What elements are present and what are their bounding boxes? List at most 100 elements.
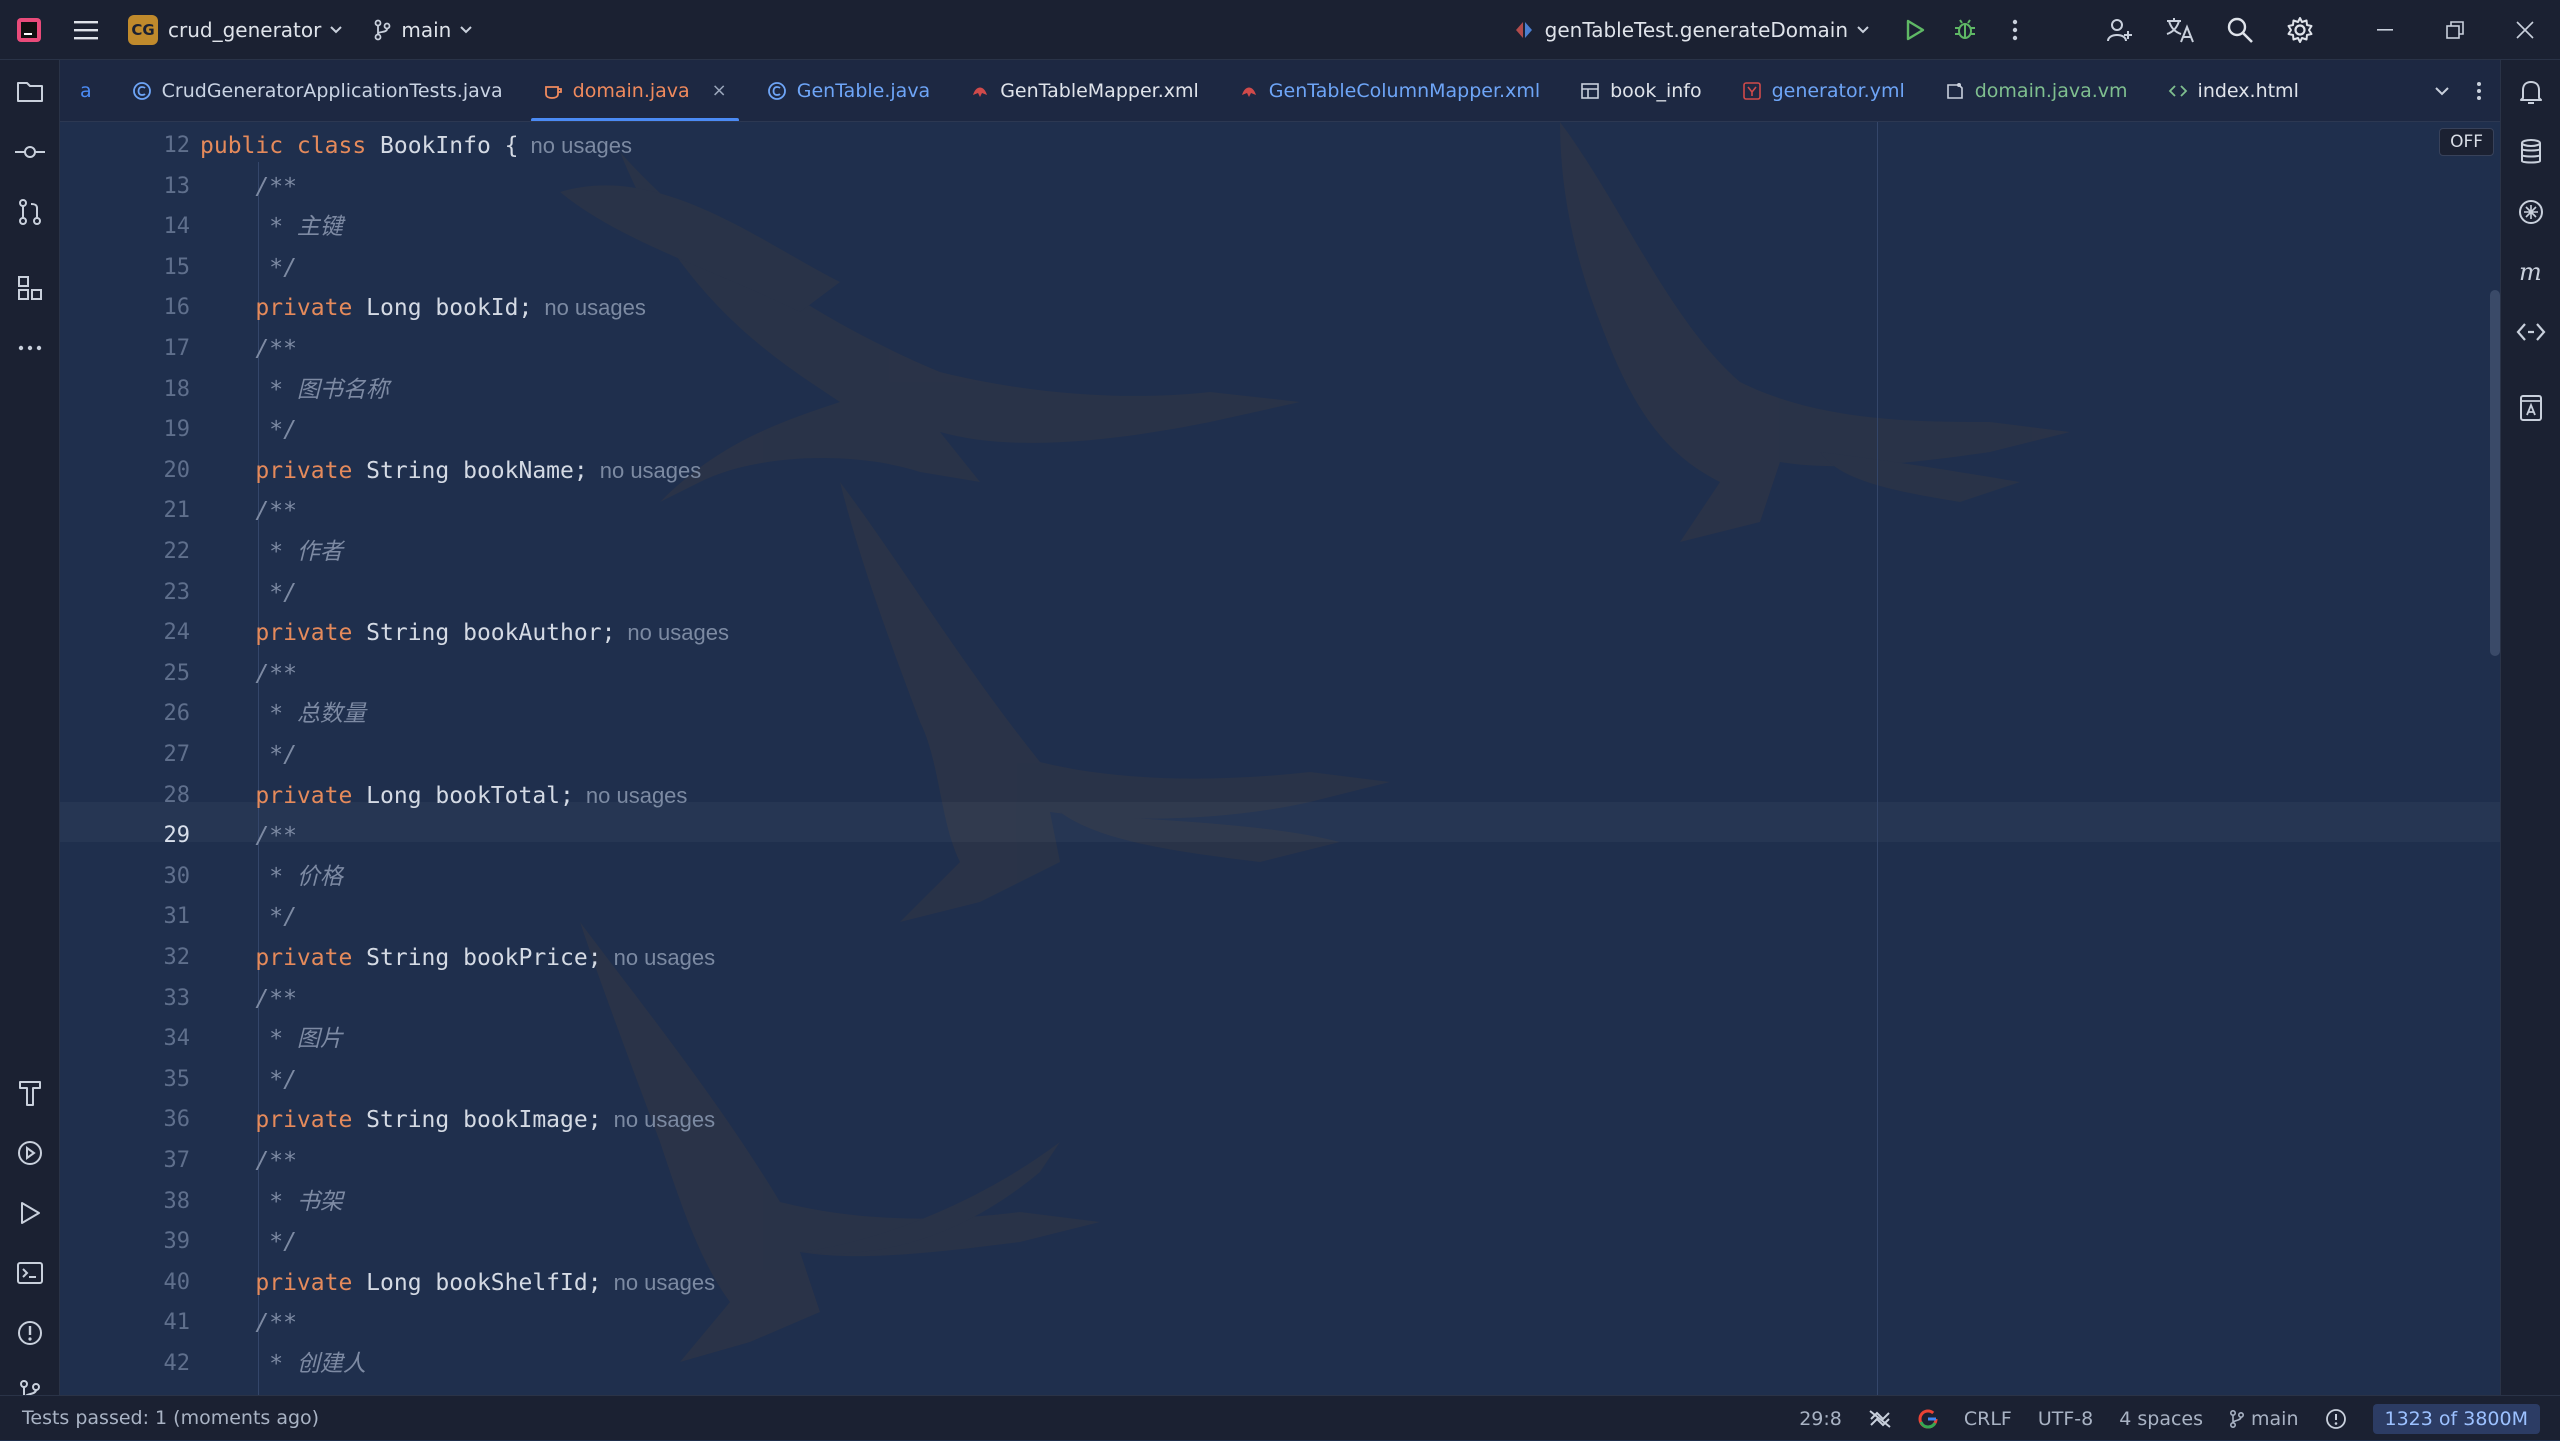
- code-line[interactable]: private String bookName; no usages: [200, 451, 701, 491]
- line-number[interactable]: 37: [90, 1141, 191, 1181]
- code-line[interactable]: /**: [200, 1141, 297, 1181]
- file-encoding[interactable]: UTF-8: [2038, 1408, 2093, 1430]
- code-line[interactable]: private String bookPrice; no usages: [200, 938, 715, 978]
- line-number-gutter[interactable]: 12 13 14 15 16 17 18 19 20 21 22 23 24 25 26 27 28 29 30 31…: [60, 122, 200, 1395]
- editor-tab[interactable]: a: [60, 60, 112, 121]
- code-line[interactable]: /**: [200, 979, 297, 1019]
- project-selector[interactable]: CG crud_generator: [128, 14, 343, 45]
- editor-tab[interactable]: book_info: [1560, 60, 1721, 121]
- line-number[interactable]: 15: [90, 248, 191, 288]
- indent-setting[interactable]: 4 spaces: [2119, 1408, 2203, 1430]
- code-line[interactable]: private Long bookTotal; no usages: [200, 776, 687, 816]
- editor-tab[interactable]: domain.java.vm: [1925, 60, 2148, 121]
- code-line[interactable]: private String bookImage; no usages: [200, 1100, 715, 1140]
- line-number[interactable]: 28: [90, 776, 191, 816]
- tabs-dropdown-icon[interactable]: [2434, 86, 2450, 96]
- problems-icon[interactable]: [0, 1305, 60, 1361]
- line-number[interactable]: 26: [90, 694, 191, 734]
- code-line[interactable]: */: [200, 897, 297, 937]
- caret-position[interactable]: 29:8: [1799, 1408, 1842, 1430]
- endpoints-icon[interactable]: [2501, 304, 2560, 360]
- line-number[interactable]: 17: [90, 329, 191, 369]
- code-line[interactable]: */: [200, 410, 297, 450]
- tabs-more-icon[interactable]: [2476, 81, 2482, 101]
- code-line[interactable]: */: [200, 573, 297, 613]
- code-line[interactable]: * 书架: [200, 1182, 343, 1222]
- line-number[interactable]: 25: [90, 654, 191, 694]
- maven-icon[interactable]: m: [2501, 244, 2560, 300]
- code-line[interactable]: /**: [200, 1303, 297, 1343]
- code-line[interactable]: /**: [200, 167, 297, 207]
- search-icon[interactable]: [2210, 0, 2270, 60]
- line-number[interactable]: 16: [90, 288, 191, 328]
- line-number[interactable]: 36: [90, 1100, 191, 1140]
- branch-selector[interactable]: main: [373, 18, 473, 42]
- project-folder-icon[interactable]: [0, 64, 60, 120]
- restore-icon[interactable]: [2420, 0, 2490, 60]
- line-number[interactable]: 19: [90, 410, 191, 450]
- add-user-icon[interactable]: [2090, 0, 2150, 60]
- memory-indicator[interactable]: 1323 of 3800M: [2372, 1403, 2540, 1434]
- debug-icon[interactable]: [1940, 0, 1990, 60]
- more-actions-icon[interactable]: [1990, 0, 2040, 60]
- minimize-icon[interactable]: [2350, 0, 2420, 60]
- code-line[interactable]: * 图书名称: [200, 370, 389, 410]
- editor-tab[interactable]: index.html: [2148, 60, 2319, 121]
- close-icon[interactable]: [2490, 0, 2560, 60]
- status-message[interactable]: Tests passed: 1 (moments ago): [22, 1407, 319, 1429]
- line-number[interactable]: 18: [90, 370, 191, 410]
- usages-inlay-hint[interactable]: no usages: [586, 783, 688, 808]
- code-line[interactable]: private String bookAuthor; no usages: [200, 613, 729, 653]
- editor-tab[interactable]: CrudGeneratorApplicationTests.java: [112, 60, 523, 121]
- line-number[interactable]: 40: [90, 1263, 191, 1303]
- code-line[interactable]: */: [200, 735, 297, 775]
- line-ending[interactable]: CRLF: [1964, 1408, 2012, 1430]
- status-branch[interactable]: main: [2229, 1408, 2299, 1430]
- usages-inlay-hint[interactable]: no usages: [531, 133, 633, 158]
- code-line[interactable]: /**: [200, 329, 297, 369]
- editor-tab[interactable]: GenTableMapper.xml: [950, 60, 1219, 121]
- services-icon[interactable]: [0, 1125, 60, 1181]
- code-line[interactable]: private Long bookShelfId; no usages: [200, 1263, 715, 1303]
- no-sync-icon[interactable]: [1868, 1409, 1892, 1429]
- line-number[interactable]: 34: [90, 1019, 191, 1059]
- database-icon[interactable]: [2501, 124, 2560, 180]
- run-config-selector[interactable]: genTableTest.generateDomain: [1513, 18, 1870, 42]
- structure-icon[interactable]: [0, 260, 60, 316]
- line-number[interactable]: 35: [90, 1060, 191, 1100]
- notifications-bell-icon[interactable]: [2501, 64, 2560, 120]
- usages-inlay-hint[interactable]: no usages: [544, 295, 646, 320]
- usages-inlay-hint[interactable]: no usages: [600, 458, 702, 483]
- line-number[interactable]: 32: [90, 938, 191, 978]
- settings-gear-icon[interactable]: [2270, 0, 2330, 60]
- code-line[interactable]: * 主键: [200, 207, 343, 247]
- code-line[interactable]: private Long bookId; no usages: [200, 288, 646, 328]
- line-number[interactable]: 31: [90, 897, 191, 937]
- editor-scrollbar-thumb[interactable]: [2490, 290, 2500, 656]
- line-number[interactable]: 41: [90, 1303, 191, 1343]
- code-line[interactable]: /**: [200, 654, 297, 694]
- code-line[interactable]: * 图片: [200, 1019, 343, 1059]
- line-number[interactable]: 20: [90, 451, 191, 491]
- line-number[interactable]: 42: [90, 1344, 191, 1384]
- line-number[interactable]: 14: [90, 207, 191, 247]
- pull-requests-icon[interactable]: [0, 184, 60, 240]
- editor-tab[interactable]: GenTable.java: [747, 60, 950, 121]
- code-line[interactable]: * 创建人: [200, 1344, 366, 1384]
- editor-tab[interactable]: generator.yml: [1722, 60, 1925, 121]
- code-line[interactable]: * 作者: [200, 532, 343, 572]
- line-number[interactable]: 38: [90, 1182, 191, 1222]
- run-tool-icon[interactable]: [0, 1185, 60, 1241]
- ai-assistant-icon[interactable]: [2501, 184, 2560, 240]
- line-number[interactable]: 33: [90, 979, 191, 1019]
- translate-icon[interactable]: [2150, 0, 2210, 60]
- code-line[interactable]: */: [200, 1222, 297, 1262]
- ai-chat-icon[interactable]: [2501, 380, 2560, 436]
- commit-icon[interactable]: [0, 124, 60, 180]
- line-number[interactable]: 27: [90, 735, 191, 775]
- line-number[interactable]: 12: [90, 126, 191, 166]
- terminal-icon[interactable]: [0, 1245, 60, 1301]
- line-number[interactable]: 21: [90, 491, 191, 531]
- usages-inlay-hint[interactable]: no usages: [614, 1107, 716, 1132]
- code-line[interactable]: */: [200, 248, 297, 288]
